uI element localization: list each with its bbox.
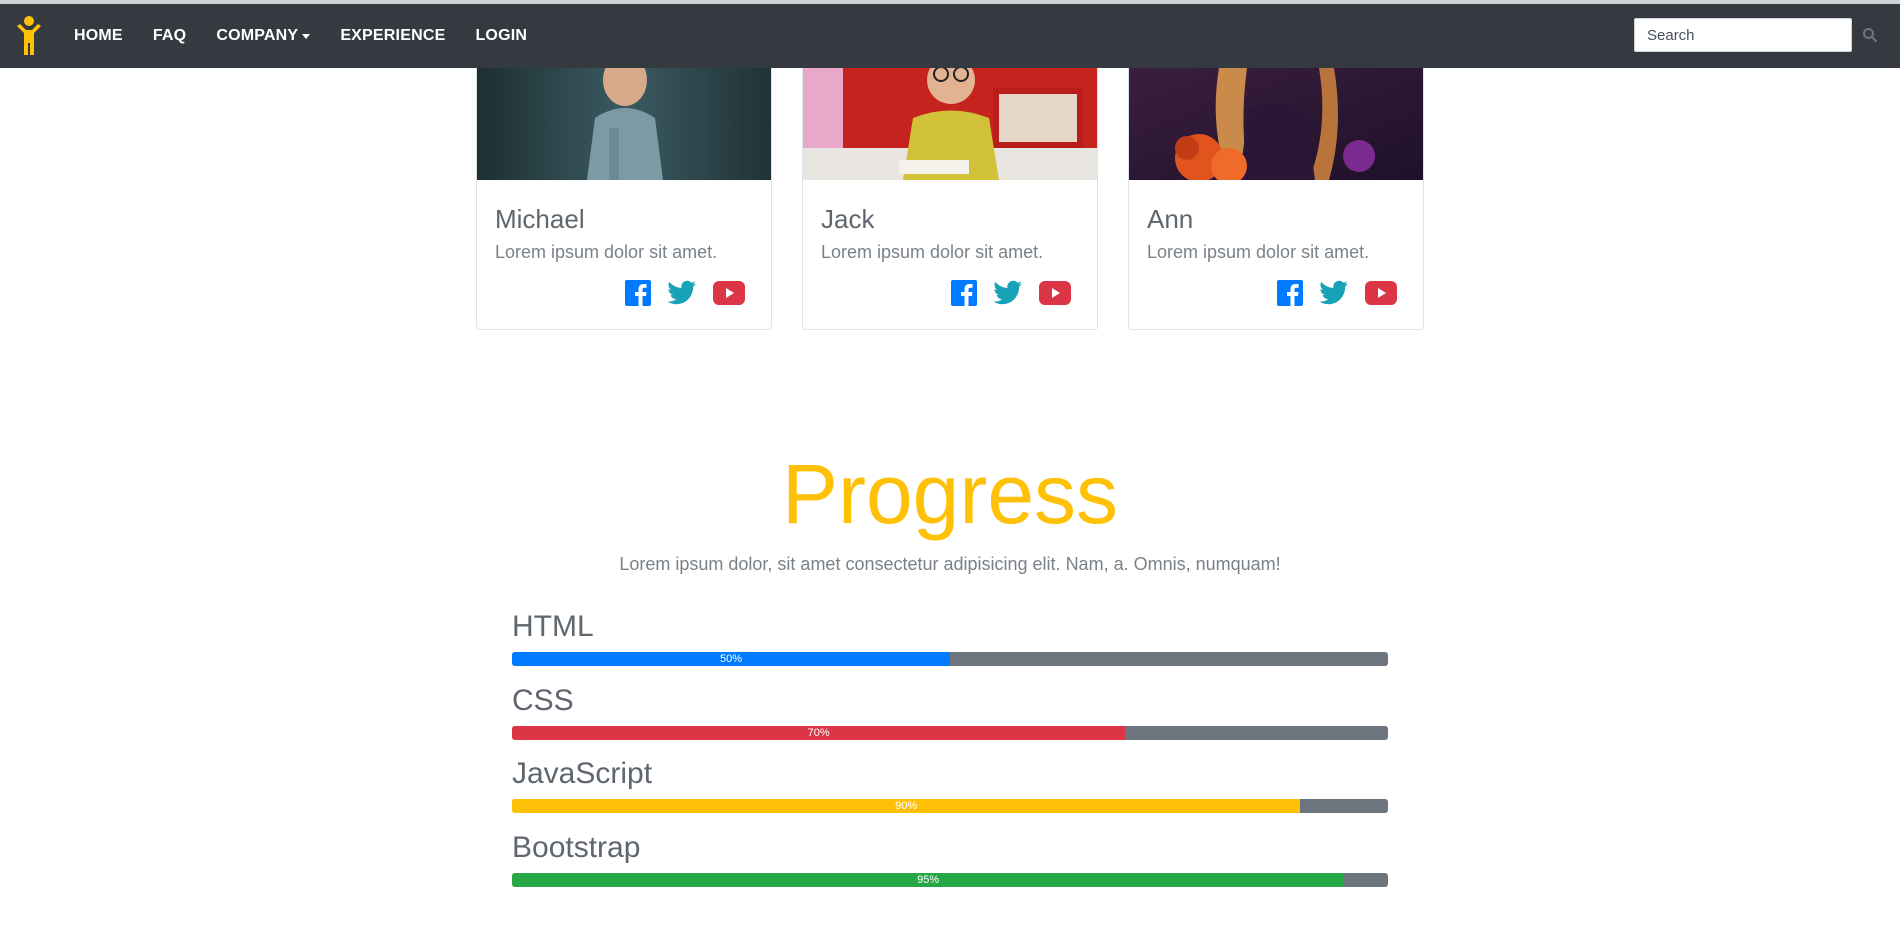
card-photo-ann [1129,68,1423,184]
progress-bar-html: 50% [512,652,1388,666]
youtube-icon[interactable] [1365,281,1397,310]
card-text: Lorem ipsum dolor sit amet. [495,242,718,262]
skill-label-bootstrap: Bootstrap [512,831,641,864]
youtube-icon[interactable] [1039,281,1071,310]
card-name: Ann [1147,204,1194,234]
skill-label-css: CSS [512,684,574,717]
team-card-michael: Michael Lorem ipsum dolor sit amet. [476,68,772,330]
nav-faq-link[interactable]: FAQ [153,27,187,45]
progress-heading: Progress [781,447,1119,541]
skill-label-html: HTML [512,610,594,643]
nav-login-link[interactable]: LOGIN [475,27,527,45]
search-input[interactable] [1634,18,1852,52]
facebook-icon[interactable] [1277,280,1303,311]
search-icon[interactable] [1852,18,1888,52]
nav-company-dropdown[interactable]: COMPANY [216,27,311,45]
card-text: Lorem ipsum dolor sit amet. [1147,242,1370,262]
navbar: HOME FAQ COMPANY EXPERIENCE LOGIN [0,4,1900,68]
facebook-icon[interactable] [951,280,977,311]
card-text: Lorem ipsum dolor sit amet. [821,242,1044,262]
card-photo-michael [477,68,771,180]
person-icon[interactable] [14,15,44,57]
team-card-jack: Jack Lorem ipsum dolor sit amet. [802,68,1098,330]
search-form [1634,18,1888,52]
twitter-icon[interactable] [1319,280,1349,311]
nav-home-link[interactable]: HOME [74,27,123,45]
social-links [625,280,745,311]
team-card-ann: Ann Lorem ipsum dolor sit amet. [1128,68,1424,330]
caret-down-icon [302,33,311,39]
progress-fill-javascript: 90% [512,799,1301,813]
twitter-icon[interactable] [993,280,1023,311]
twitter-icon[interactable] [667,280,697,311]
card-name: Michael [495,204,585,234]
progress-fill-bootstrap: 95% [512,873,1345,887]
progress-fill-html: 50% [512,652,950,666]
progress-fill-css: 70% [512,726,1126,740]
social-links [951,280,1071,311]
progress-subtitle: Lorem ipsum dolor, sit amet consectetur … [619,554,1281,574]
youtube-icon[interactable] [713,281,745,310]
progress-bar-css: 70% [512,726,1388,740]
social-links [1277,280,1397,311]
progress-bar-bootstrap: 95% [512,873,1388,887]
card-photo-jack [803,68,1097,180]
progress-bar-javascript: 90% [512,799,1388,813]
skill-label-javascript: JavaScript [512,757,653,790]
card-name: Jack [821,204,875,234]
nav-company-label: COMPANY [216,27,299,44]
facebook-icon[interactable] [625,280,651,311]
nav-experience-link[interactable]: EXPERIENCE [340,27,445,45]
